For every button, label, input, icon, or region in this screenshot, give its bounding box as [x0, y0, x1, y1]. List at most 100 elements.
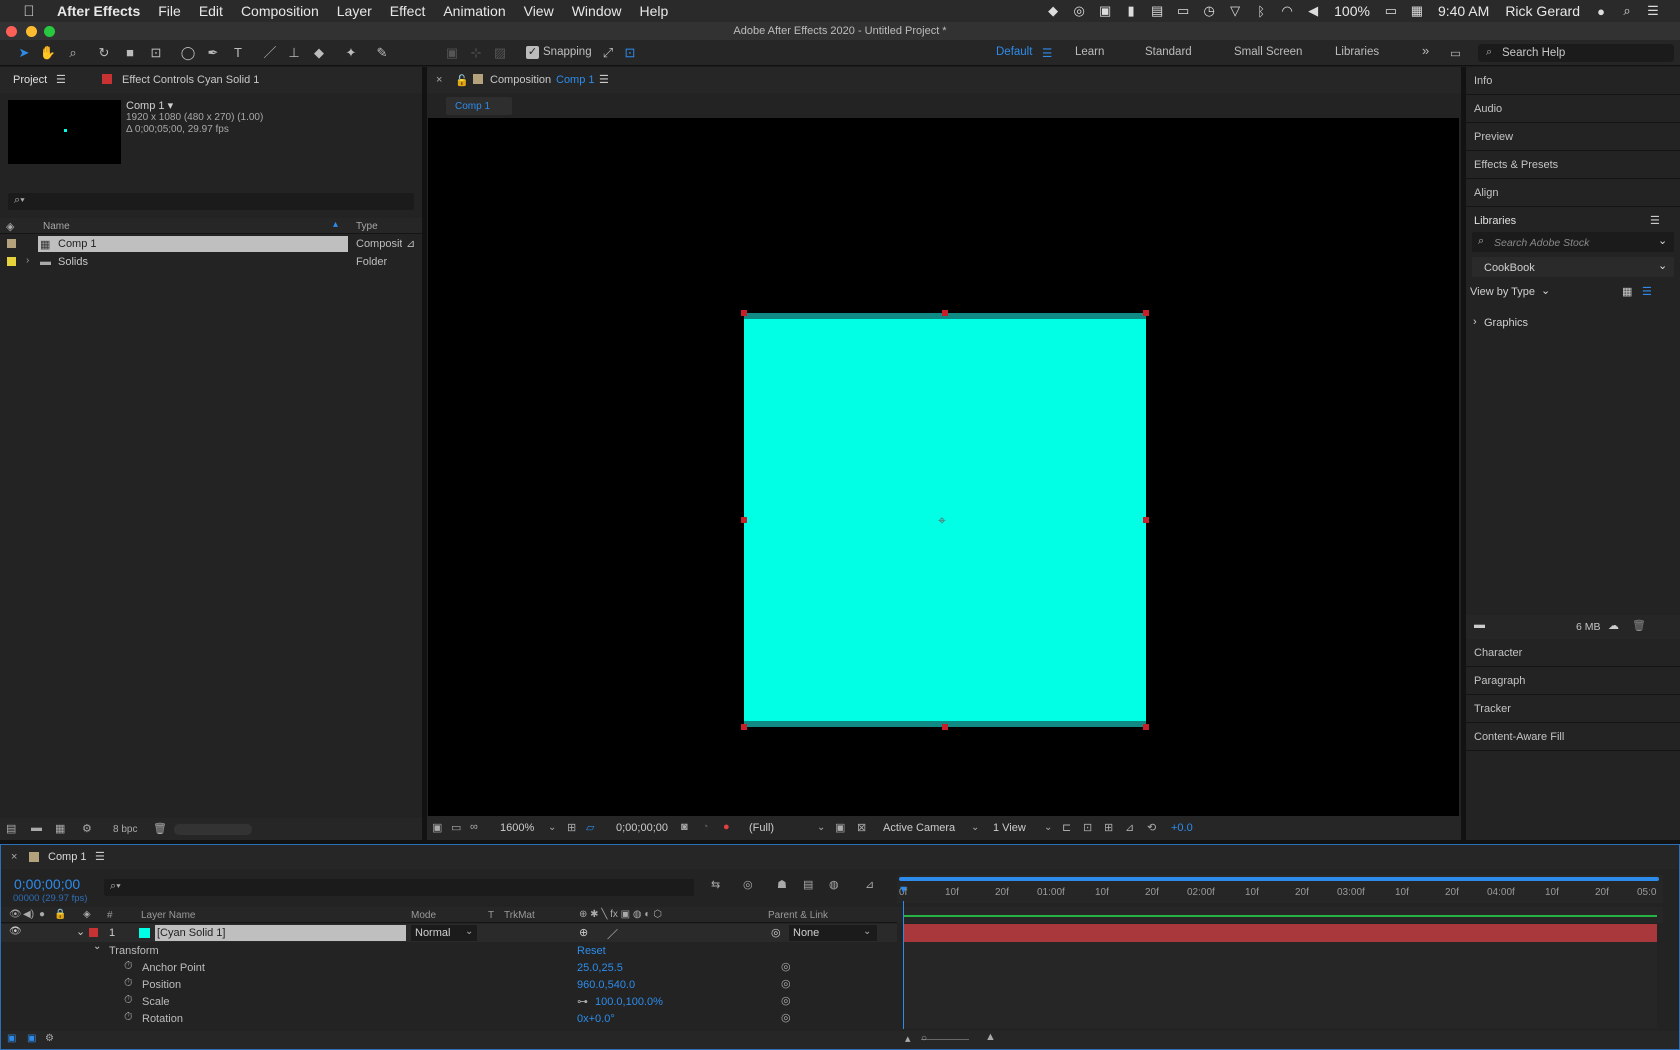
handle-top-left[interactable] — [741, 310, 747, 316]
zoom-dropdown[interactable]: 1600% — [500, 822, 534, 834]
mask-visibility-icon[interactable]: ▱ — [586, 821, 594, 834]
project-panel-menu-icon[interactable]: ☰ — [56, 73, 66, 86]
new-composition-icon[interactable]: ▦ — [55, 822, 65, 835]
bpc-button[interactable]: 8 bpc — [113, 824, 137, 835]
timeline-menu-icon[interactable]: ☰ — [95, 850, 105, 863]
panel-character[interactable]: Character — [1466, 639, 1680, 667]
list-item-solids[interactable]: › ▬ Solids Folder — [0, 253, 422, 271]
breadcrumb-comp1[interactable]: Comp 1 — [455, 101, 490, 112]
handle-bottom-left[interactable] — [741, 724, 747, 730]
panel-content-aware-fill[interactable]: Content-Aware Fill — [1466, 723, 1680, 751]
layer-row[interactable]: 👁 ⌄ 1 [Cyan Solid 1] Normal ⌄ ⊕ ／ ◎ None… — [1, 924, 897, 942]
menu-layer[interactable]: Layer — [328, 3, 381, 19]
solo-switch-icon[interactable]: ● — [39, 909, 45, 920]
menu-animation[interactable]: Animation — [434, 3, 514, 19]
workspace-standard[interactable]: Standard — [1145, 46, 1192, 58]
snapping-checkbox[interactable]: ✓ — [526, 46, 539, 59]
disclosure-arrow-icon[interactable]: › — [26, 255, 29, 266]
brush-tool-icon[interactable]: ／ — [260, 43, 280, 63]
handle-bottom-right[interactable] — [1143, 724, 1149, 730]
shy-switch-icon[interactable]: ⊕ — [579, 926, 588, 939]
handle-middle-left[interactable] — [741, 517, 747, 523]
panel-info[interactable]: Info — [1466, 67, 1680, 95]
library-dropdown[interactable]: CookBook ⌄ — [1472, 257, 1674, 277]
color-channels-icon[interactable]: ● — [723, 821, 730, 833]
timeline-icon[interactable]: ⊞ — [1104, 821, 1113, 834]
bluetooth-icon[interactable]: ᛒ — [1248, 4, 1274, 19]
timeline-search-input[interactable]: ⌕▾ — [104, 879, 694, 896]
eraser-tool-icon[interactable]: ◆ — [309, 43, 329, 63]
layer-label-color[interactable] — [89, 928, 98, 937]
anchor-point-icon[interactable]: ⌖ — [938, 512, 946, 529]
cloud-icon[interactable]: ☁ — [1608, 619, 1619, 632]
type-tool-icon[interactable]: T — [228, 43, 248, 63]
label-column-icon[interactable]: ◈ — [6, 220, 14, 233]
parent-dropdown[interactable]: None ⌄ — [789, 925, 877, 941]
transform-reset-link[interactable]: Reset — [577, 945, 606, 957]
tab-project[interactable]: Project — [13, 74, 47, 86]
graph-editor-icon[interactable]: ⊿ — [865, 878, 874, 891]
project-settings-icon[interactable]: ⚙ — [82, 822, 92, 835]
lock-icon[interactable]: 🔓 — [455, 74, 469, 87]
composition-viewer[interactable]: ⌖ — [428, 118, 1459, 816]
user-name[interactable]: Rick Gerard — [1497, 3, 1588, 19]
toggle-pixel-aspect-icon[interactable]: ⊏ — [1062, 821, 1071, 834]
close-tab-icon[interactable]: × — [436, 74, 442, 86]
minimize-window-button[interactable] — [26, 26, 37, 37]
handle-top-center[interactable] — [942, 310, 948, 316]
new-folder-icon[interactable]: ▬ — [31, 822, 42, 834]
zoom-slider-thumb[interactable]: ○ — [921, 1033, 927, 1044]
grid-view-icon[interactable]: ▦ — [1622, 285, 1632, 298]
expression-pick-whip-icon[interactable]: ◎ — [781, 960, 791, 973]
expression-pick-whip-icon[interactable]: ◎ — [781, 977, 791, 990]
expression-pick-whip-icon[interactable]: ◎ — [781, 1011, 791, 1024]
stopwatch-icon[interactable]: ⏱ — [124, 994, 133, 1007]
mode-dropdown[interactable]: Normal ⌄ — [411, 925, 477, 941]
expression-pick-whip-icon[interactable]: ◎ — [781, 994, 791, 1007]
workspace-learn[interactable]: Learn — [1075, 46, 1104, 58]
display-icon[interactable]: ▭ — [451, 821, 461, 834]
dropbox-icon[interactable]: ◆ — [1040, 3, 1066, 19]
battery-icon[interactable]: ▭ — [1378, 3, 1404, 19]
creative-cloud-icon[interactable]: ◎ — [1066, 3, 1092, 19]
label-column-icon[interactable]: ◈ — [83, 909, 91, 920]
composition-mini-flowchart-icon[interactable]: ⇆ — [711, 878, 720, 891]
workspace-menu-icon[interactable]: ☰ — [1042, 46, 1052, 60]
work-area-bar[interactable] — [899, 877, 1659, 881]
current-time-indicator[interactable] — [903, 901, 904, 1029]
apple-icon[interactable]:  — [20, 3, 38, 20]
libraries-menu-icon[interactable]: ☰ — [1650, 214, 1660, 227]
zoom-tool-icon[interactable]: ⌕ — [63, 43, 83, 63]
tab-composition-label[interactable]: Composition — [490, 74, 551, 86]
property-value[interactable]: 960.0,540.0 — [577, 979, 635, 991]
draft-3d-icon[interactable]: ◎ — [743, 878, 753, 891]
airplay-icon[interactable]: ▽ — [1222, 3, 1248, 19]
transfer-controls-toggle-icon[interactable]: ▣ — [27, 1033, 36, 1044]
graphics-group[interactable]: Graphics — [1484, 317, 1528, 329]
always-preview-icon[interactable]: ▣ — [432, 821, 442, 834]
puppet-pin-tool-icon[interactable]: ✎ — [372, 43, 392, 63]
zoom-in-icon[interactable]: ▲ — [985, 1031, 996, 1043]
lock-switch-icon[interactable]: 🔒 — [54, 909, 66, 920]
bi-icon[interactable]: ▣ — [1092, 3, 1118, 19]
interpret-footage-icon[interactable]: ▤ — [6, 822, 16, 835]
property-value[interactable]: 25.0,25.5 — [577, 962, 623, 974]
folder-icon[interactable]: ▬ — [1474, 619, 1485, 631]
stopwatch-icon[interactable]: ⏱ — [124, 1011, 133, 1024]
thumbnail-slider[interactable] — [174, 824, 252, 835]
flowchart-icon[interactable]: ⊿ — [1125, 821, 1134, 834]
quality-switch-icon[interactable]: ／ — [607, 926, 618, 942]
time-ruler[interactable]: 0f 10f 20f 01:00f 10f 20f 02:00f 10f 20f… — [897, 875, 1663, 903]
resolution-grid-icon[interactable]: ⊞ — [567, 821, 576, 834]
ellipse-tool-icon[interactable]: ◯ — [178, 43, 198, 63]
exposure-value[interactable]: +0.0 — [1171, 822, 1193, 834]
panel-libraries-header[interactable]: Libraries ☰ — [1466, 207, 1680, 235]
workspace-libraries[interactable]: Libraries — [1335, 46, 1379, 58]
handle-top-right[interactable] — [1143, 310, 1149, 316]
property-value[interactable]: 100.0,100.0% — [595, 996, 663, 1008]
rotate-tool-icon[interactable]: ↻ — [94, 43, 114, 63]
menu-composition[interactable]: Composition — [232, 3, 328, 19]
region-of-interest-icon[interactable]: ▣ — [835, 821, 845, 834]
constrain-proportions-icon[interactable]: ⊶ — [577, 995, 588, 1008]
view-layout-dropdown[interactable]: 1 View — [993, 822, 1026, 834]
